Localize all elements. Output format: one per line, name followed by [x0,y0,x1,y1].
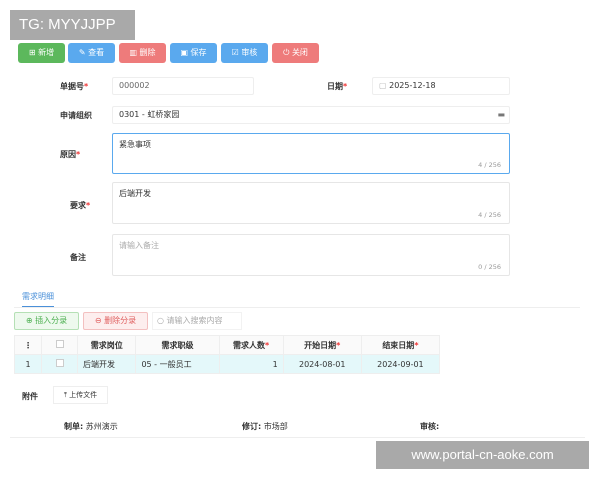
trash-icon: ▥ [129,48,140,57]
row-checkbox[interactable] [41,354,78,374]
org-input[interactable]: 0301 - 虹桥家园 ▬ [112,106,510,124]
reason-label: 原因* [60,150,81,159]
view-button[interactable]: ✎ 查看 [68,43,115,63]
calendar-icon: ▢ [379,81,390,90]
add-icon: ⊞ [28,48,39,57]
select-all-checkbox[interactable] [41,335,78,355]
save-icon: ▣ [180,48,191,57]
col-position[interactable]: 需求岗位 [76,335,137,355]
cell-position[interactable]: 后端开发 [76,354,137,374]
tab-detail[interactable]: 需求明细 [22,291,54,307]
close-label: 关闭 [291,48,308,57]
add-button[interactable]: ⊞ 新增 [18,43,65,63]
date-input[interactable]: ▢ 2025-12-18 [372,77,510,95]
delete-row-label: 删除分录 [104,316,137,325]
table-header: ⋮ 需求岗位 需求职级 需求人数* 开始日期* 结束日期* [14,335,441,355]
requirement-value: 后端开发 [119,189,151,198]
col-end[interactable]: 结束日期* [360,335,441,355]
upload-button[interactable]: ⤒ 上传文件 [53,386,108,404]
date-value: 2025-12-18 [389,81,436,90]
cell-start[interactable]: 2024-08-01 [282,354,362,374]
tab-divider [14,307,580,308]
maker-field: 制单: 苏州演示 [64,422,118,431]
attachment-label: 附件 [22,392,38,401]
search-icon: ○ [157,316,167,325]
delete-button[interactable]: ▥ 删除 [119,43,166,63]
edit-icon: ✎ [78,48,89,57]
remark-placeholder: 请输入备注 [119,241,159,250]
power-icon: ⏻ [283,48,292,57]
doc-no-input[interactable]: 000002 [112,77,254,95]
view-label: 查看 [88,48,105,57]
reason-textarea[interactable]: 紧急事项 4 / 256 [112,133,510,174]
clipboard-check-icon: ☑ [231,48,242,57]
audit-label: 审核 [241,48,258,57]
requirement-label: 要求* [70,201,91,210]
cell-count[interactable]: 1 [218,354,284,374]
requirement-count: 4 / 256 [478,211,501,219]
plus-circle-icon: ⊕ [25,316,36,325]
upload-label: 上传文件 [69,391,98,399]
org-value: 0301 - 虹桥家园 [119,110,180,119]
watermark-bottom: www.portal-cn-aoke.com [376,441,589,469]
org-label: 申请组织 [60,111,92,120]
search-input[interactable]: ○ 请输入搜索内容 [152,312,242,330]
save-button[interactable]: ▣ 保存 [170,43,217,63]
row-no: 1 [14,354,42,374]
detail-table: ⋮ 需求岗位 需求职级 需求人数* 开始日期* 结束日期* 1 后端开发 05 … [14,335,441,374]
footer-divider [10,437,585,438]
audit-field: 审核: [420,422,440,431]
date-label: 日期* [327,82,348,91]
table-row[interactable]: 1 后端开发 05 - 一般员工 1 2024-08-01 2024-09-01 [14,354,441,374]
insert-label: 插入分录 [35,316,68,325]
minus-circle-icon: ⊖ [94,316,105,325]
reason-value: 紧急事项 [119,140,151,149]
doc-no-label: 单据号* [60,82,89,91]
insert-row-button[interactable]: ⊕ 插入分录 [14,312,79,330]
reason-count: 4 / 256 [478,161,501,169]
revise-field: 修订: 市场部 [242,422,288,431]
col-count[interactable]: 需求人数* [218,335,284,355]
save-label: 保存 [190,48,207,57]
delete-row-button[interactable]: ⊖ 删除分录 [83,312,148,330]
audit-button[interactable]: ☑ 审核 [221,43,268,63]
folder-icon[interactable]: ▬ [497,107,505,123]
requirement-textarea[interactable]: 后端开发 4 / 256 [112,182,510,224]
watermark-top: TG: MYYJJPP [10,10,135,40]
remark-textarea[interactable]: 请输入备注 0 / 256 [112,234,510,276]
column-menu-icon[interactable]: ⋮ [14,335,42,355]
remark-label: 备注 [70,253,86,262]
col-start[interactable]: 开始日期* [282,335,362,355]
col-level[interactable]: 需求职级 [135,335,220,355]
search-placeholder: 请输入搜索内容 [166,316,223,325]
close-button[interactable]: ⏻ 关闭 [272,43,319,63]
remark-count: 0 / 256 [478,263,501,271]
cell-end[interactable]: 2024-09-01 [360,354,441,374]
cell-level[interactable]: 05 - 一般员工 [135,354,220,374]
delete-label: 删除 [139,48,156,57]
add-label: 新增 [38,48,55,57]
